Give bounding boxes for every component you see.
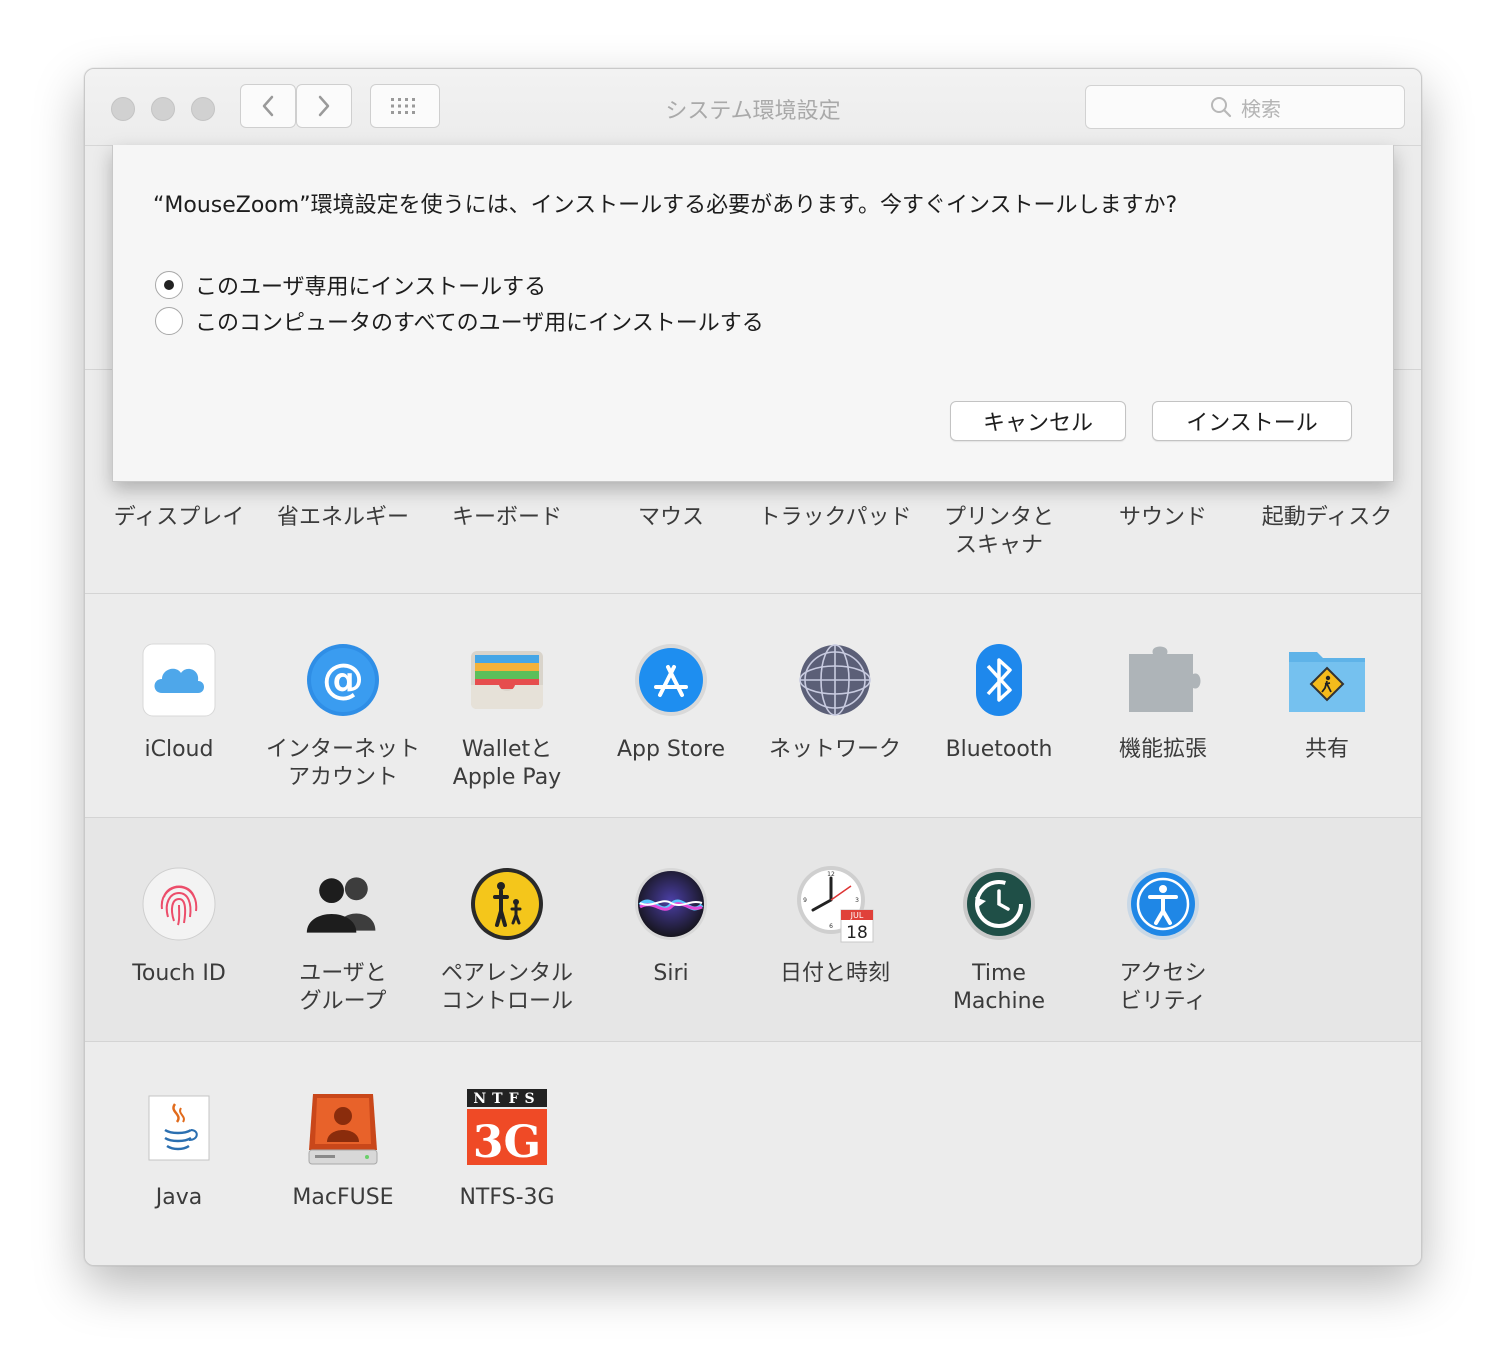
pane-ntfs-3g[interactable]: NTFS 3G NTFS-3G (425, 1088, 589, 1212)
title-bar: システム環境設定 検索 (85, 69, 1421, 146)
install-button[interactable]: インストール (1152, 401, 1352, 441)
pane-java[interactable]: Java (97, 1088, 261, 1212)
ntfs-3g-icon: NTFS 3G (467, 1088, 547, 1168)
pane-bluetooth[interactable]: Bluetooth (917, 640, 1081, 764)
search-icon (1211, 97, 1232, 118)
svg-text:3: 3 (855, 897, 859, 904)
java-icon (139, 1088, 219, 1168)
accessibility-icon (1123, 864, 1203, 944)
internet-row: iCloud @ インターネット アカウント Walletと Apple Pay… (85, 593, 1421, 818)
svg-text:3G: 3G (473, 1117, 541, 1167)
pane-date-time[interactable]: 12 3 6 9 JUL 18 日付と時刻 (753, 864, 917, 988)
app-store-icon (631, 640, 711, 720)
siri-icon (631, 864, 711, 944)
pane-accessibility[interactable]: アクセシ ビリティ (1081, 864, 1245, 1016)
touch-id-fingerprint-icon (139, 864, 219, 944)
pane-time-machine[interactable]: Time Machine (917, 864, 1081, 1016)
option-this-user-label: このユーザ専用にインストールする (195, 275, 547, 300)
radio-this-user[interactable] (155, 271, 183, 299)
pane-keyboard[interactable]: キーボード (425, 504, 589, 532)
pane-startup-disk[interactable]: 起動ディスク (1245, 504, 1409, 532)
svg-text:9: 9 (803, 897, 807, 904)
sharing-folder-icon (1287, 640, 1367, 720)
time-machine-icon (959, 864, 1039, 944)
network-globe-icon (795, 640, 875, 720)
pane-trackpad[interactable]: トラックパッド (753, 504, 917, 532)
extensions-puzzle-icon (1123, 640, 1203, 720)
svg-text:@: @ (322, 654, 364, 703)
option-all-users[interactable]: このコンピュータのすべてのユーザ用にインストールする (155, 305, 764, 337)
option-this-user[interactable]: このユーザ専用にインストールする (155, 269, 546, 301)
pane-users-groups[interactable]: ユーザと グループ (261, 864, 425, 1016)
parental-controls-icon (467, 864, 547, 944)
pane-macfuse[interactable]: MacFUSE (261, 1088, 425, 1212)
pane-network[interactable]: ネットワーク (753, 640, 917, 764)
pane-sharing[interactable]: 共有 (1245, 640, 1409, 764)
search-placeholder: 検索 (1241, 96, 1281, 121)
date-time-clock-icon: 12 3 6 9 JUL 18 (795, 864, 875, 944)
option-all-users-label: このコンピュータのすべてのユーザ用にインストールする (195, 311, 764, 336)
pane-siri[interactable]: Siri (589, 864, 753, 988)
install-message: “MouseZoom”環境設定を使うには、インストールする必要があります。今すぐ… (153, 193, 1178, 218)
system-row: Touch ID ユーザと グループ ペアレンタル コントロール Siri 12… (85, 817, 1421, 1042)
svg-text:JUL: JUL (850, 911, 864, 920)
pane-wallet-apple-pay[interactable]: Walletと Apple Pay (425, 640, 589, 792)
users-groups-icon (303, 864, 383, 944)
svg-text:18: 18 (846, 923, 868, 943)
radio-all-users[interactable] (155, 307, 183, 335)
pane-sound[interactable]: サウンド (1081, 504, 1245, 532)
install-sheet: “MouseZoom”環境設定を使うには、インストールする必要があります。今すぐ… (112, 145, 1394, 482)
internet-accounts-icon: @ (303, 640, 383, 720)
macfuse-drive-icon (303, 1088, 383, 1168)
cancel-button[interactable]: キャンセル (950, 401, 1126, 441)
radio-selected-dot (164, 280, 174, 290)
icloud-icon (139, 640, 219, 720)
svg-text:6: 6 (829, 923, 833, 930)
bluetooth-icon (959, 640, 1039, 720)
pane-extensions[interactable]: 機能拡張 (1081, 640, 1245, 764)
other-row: Java MacFUSE NTFS 3G NTFS-3G (85, 1041, 1421, 1265)
wallet-icon (467, 640, 547, 720)
search-field[interactable]: 検索 (1085, 85, 1405, 129)
pane-touch-id[interactable]: Touch ID (97, 864, 261, 988)
svg-text:NTFS: NTFS (473, 1091, 540, 1107)
pane-icloud[interactable]: iCloud (97, 640, 261, 764)
pane-app-store[interactable]: App Store (589, 640, 753, 764)
pane-mouse[interactable]: マウス (589, 504, 753, 532)
pane-energy-saver[interactable]: 省エネルギー (261, 504, 425, 532)
pane-parental-controls[interactable]: ペアレンタル コントロール (425, 864, 589, 1016)
pane-displays[interactable]: ディスプレイ (97, 504, 261, 532)
pane-internet-accounts[interactable]: @ インターネット アカウント (261, 640, 425, 792)
pane-printers-scanners[interactable]: プリンタと スキャナ (917, 504, 1081, 560)
